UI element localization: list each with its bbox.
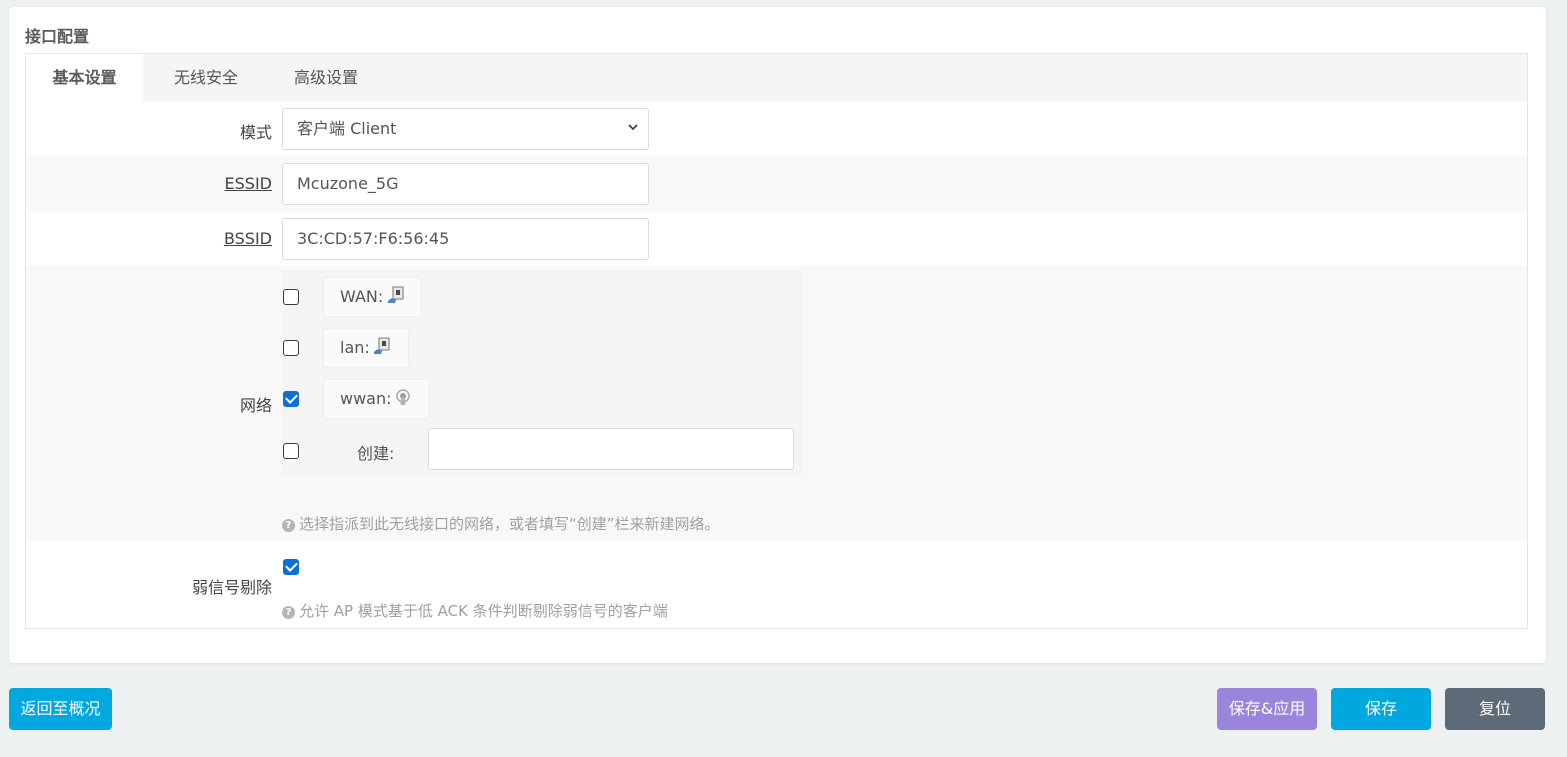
- question-icon: ?: [282, 606, 295, 619]
- save-button[interactable]: 保存: [1331, 688, 1431, 730]
- essid-input[interactable]: Mcuzone_5G: [282, 163, 649, 205]
- save-apply-button[interactable]: 保存&应用: [1217, 688, 1317, 730]
- tab-advanced-settings[interactable]: 高级设置: [276, 54, 376, 101]
- network-lan-badge[interactable]: lan:: [323, 328, 409, 368]
- reset-button[interactable]: 复位: [1445, 688, 1545, 730]
- network-wwan-badge[interactable]: wwan:: [323, 379, 430, 419]
- network-lan-checkbox[interactable]: [283, 340, 299, 356]
- disassoc-low-ack-row: 弱信号剔除 ? 允许 AP 模式基于低 ACK 条件判断剔除弱信号的客户端: [26, 541, 1527, 629]
- bssid-label: BSSID: [223, 229, 272, 248]
- network-options: WAN: lan: wwan: 创建:: [282, 270, 802, 476]
- wifi-icon: [396, 389, 410, 405]
- mode-row: 模式 客户端 Client: [26, 101, 1527, 156]
- network-create-input[interactable]: [428, 428, 794, 470]
- bssid-input[interactable]: 3C:CD:57:F6:56:45: [282, 218, 649, 260]
- essid-row: ESSID Mcuzone_5G: [26, 156, 1527, 211]
- config-box: 基本设置 无线安全 高级设置 模式 客户端 Client ESSID Mcuzo…: [25, 53, 1528, 629]
- mode-select-value: 客户端 Client: [297, 119, 397, 138]
- tab-bar: 基本设置 无线安全 高级设置: [26, 54, 1527, 101]
- mode-select[interactable]: 客户端 Client: [282, 108, 649, 150]
- network-wan-badge[interactable]: WAN:: [323, 277, 422, 317]
- mode-label: 模式: [239, 123, 272, 142]
- disassoc-low-ack-label: 弱信号剔除: [191, 578, 272, 597]
- interface-config-panel: 接口配置 基本设置 无线安全 高级设置 模式 客户端 Client ESSID …: [9, 7, 1546, 663]
- network-create-checkbox[interactable]: [283, 443, 299, 459]
- disassoc-low-ack-checkbox[interactable]: [283, 559, 299, 575]
- tab-basic-settings[interactable]: 基本设置: [26, 54, 143, 101]
- network-hint-text: 选择指派到此无线接口的网络，或者填写“创建”栏来新建网络。: [299, 515, 720, 533]
- network-label: 网络: [239, 396, 272, 415]
- essid-label: ESSID: [224, 174, 272, 193]
- chevron-down-icon: [628, 124, 638, 131]
- bssid-row: BSSID 3C:CD:57:F6:56:45: [26, 211, 1527, 266]
- network-wan-label: WAN:: [340, 287, 384, 306]
- ethernet-icon: [374, 337, 390, 354]
- back-to-overview-button[interactable]: 返回至概况: [9, 688, 112, 730]
- network-create-label: 创建:: [357, 444, 395, 463]
- network-wwan-label: wwan:: [340, 389, 392, 408]
- network-row: 网络 WAN: lan: wwan: 创建: ? 选择指派到此无线接口的网络，或…: [26, 266, 1527, 541]
- disassoc-low-ack-hint-text: 允许 AP 模式基于低 ACK 条件判断剔除弱信号的客户端: [299, 602, 668, 620]
- network-lan-label: lan:: [340, 338, 370, 357]
- network-wwan-checkbox[interactable]: [283, 391, 299, 407]
- ethernet-icon: [388, 286, 404, 303]
- network-hint: ? 选择指派到此无线接口的网络，或者填写“创建”栏来新建网络。: [282, 513, 720, 534]
- disassoc-low-ack-hint: ? 允许 AP 模式基于低 ACK 条件判断剔除弱信号的客户端: [282, 600, 668, 621]
- panel-title: 接口配置: [25, 27, 90, 46]
- tab-wireless-security[interactable]: 无线安全: [156, 54, 256, 101]
- network-wan-checkbox[interactable]: [283, 289, 299, 305]
- question-icon: ?: [282, 519, 295, 532]
